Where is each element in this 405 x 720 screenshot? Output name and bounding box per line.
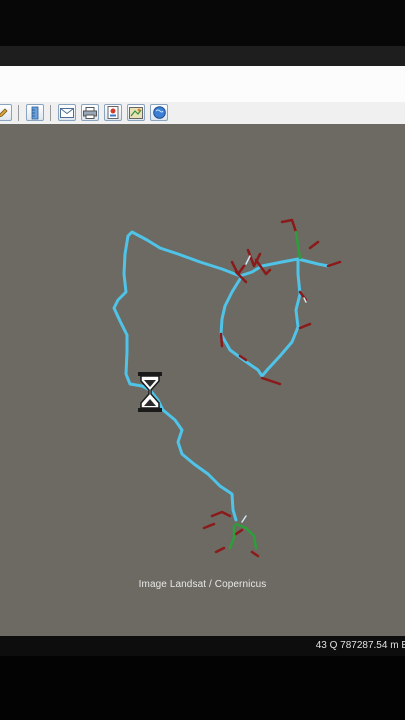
toolbar-separator <box>50 105 51 121</box>
edit-icon[interactable] <box>0 104 12 121</box>
gps-track-overlay <box>112 218 342 558</box>
print-icon[interactable] <box>81 104 99 121</box>
globe-icon[interactable] <box>150 104 168 121</box>
menu-bar <box>0 66 405 103</box>
toolbar-separator <box>18 105 19 121</box>
coordinate-readout: 43 Q 787287.54 m E <box>315 640 405 651</box>
bottom-black-bar <box>0 656 405 720</box>
save-image-icon[interactable] <box>104 104 122 121</box>
status-bar: 43 Q 787287.54 m E <box>0 636 405 656</box>
view-in-maps-icon[interactable] <box>127 104 145 121</box>
hourglass-icon <box>138 372 162 412</box>
toolbar <box>0 102 405 125</box>
title-strip <box>0 46 405 66</box>
email-icon[interactable] <box>58 104 76 121</box>
imagery-attribution: Image Landsat / Copernicus <box>138 579 267 590</box>
ruler-icon[interactable] <box>26 104 44 121</box>
top-black-bar <box>0 0 405 46</box>
satellite-map[interactable]: Image Landsat / Copernicus <box>0 124 405 636</box>
